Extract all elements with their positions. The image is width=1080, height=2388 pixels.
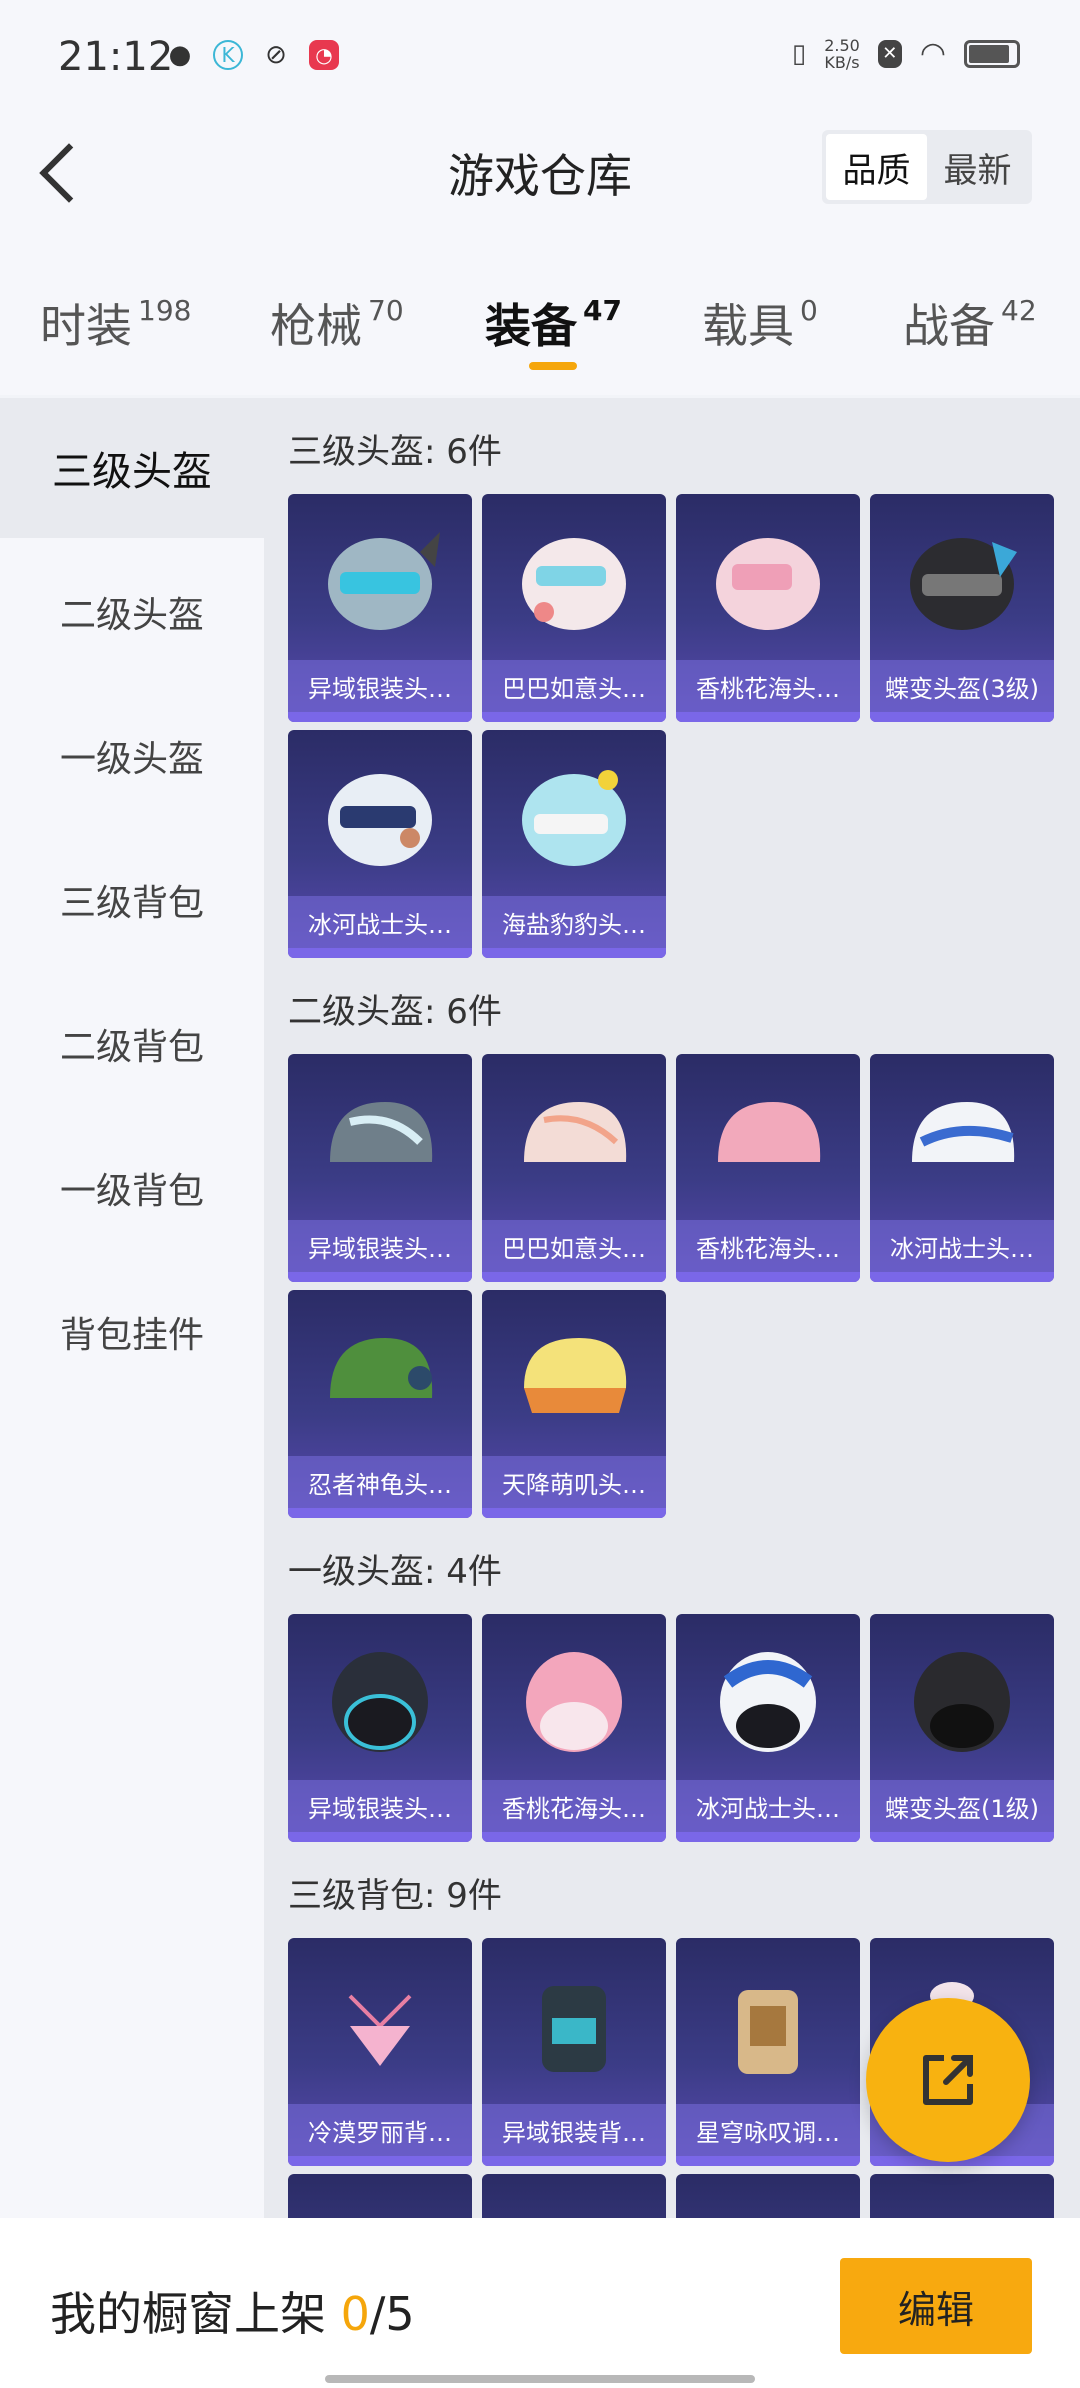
helmet-icon [716,538,820,630]
tab-supplies[interactable]: 战备 42 [903,290,1037,356]
leaf-app-icon: ⊘ [265,40,287,70]
item-card[interactable]: 海盐豹豹头… [482,730,666,958]
sort-toggle: 品质 最新 [822,130,1032,204]
tab-fashion[interactable]: 时装 198 [40,290,191,356]
status-time: 21:12 [58,34,174,80]
helmet-icon [330,1338,433,1398]
item-card[interactable]: 冷漠罗丽背… [288,1938,472,2166]
sort-newest-button[interactable]: 最新 [927,134,1028,200]
net-speed: 2.50 KB/s [824,35,860,72]
helmet-icon [332,1652,428,1752]
item-grid-area: 三级头盔: 6件 异域银装头… 巴巴如意头… 香桃花海头… 蝶变头盔(3级) 冰… [264,398,1080,2218]
sort-quality-button[interactable]: 品质 [826,134,927,200]
battery-icon [964,39,1020,68]
item-card[interactable]: 香桃花海头… [676,1054,860,1282]
tab-guns[interactable]: 枪械 70 [270,290,404,356]
header: 游戏仓库 品质 最新 [0,110,1080,230]
helmet-icon [522,538,626,630]
section-title-level3-backpack: 三级背包: 9件 [288,1876,502,1916]
item-card[interactable]: 冰河战士头… [676,1614,860,1842]
showcase-bar: 我的橱窗上架 0/5 编辑 [0,2218,1080,2388]
sidebar-item-level2-helmet[interactable]: 二级头盔 [0,542,264,682]
item-card[interactable]: 忍者神龟头… [288,1290,472,1518]
backpack-icon [348,1994,412,2066]
helmet-icon [914,1652,1010,1752]
wifi-icon: ◠ [919,36,946,71]
share-external-icon [923,2055,973,2105]
vibrate-icon: ▯ [791,38,807,69]
backpack-icon [542,1986,606,2072]
item-card[interactable] [482,2174,666,2218]
red-app-icon: ◔ [309,40,339,70]
tab-vehicles[interactable]: 载具 0 [702,290,818,356]
helmet-icon [910,538,1017,630]
item-card[interactable] [676,2174,860,2218]
item-card[interactable]: 异域银装头… [288,1614,472,1842]
showcase-label: 我的橱窗上架 0/5 [50,2287,415,2341]
item-card[interactable]: 巴巴如意头… [482,1054,666,1282]
item-card[interactable]: 异域银装头… [288,1054,472,1282]
helmet-icon [330,1102,433,1162]
sidebar-item-level1-helmet[interactable]: 一级头盔 [0,686,264,826]
section-title-level2-helmet: 二级头盔: 6件 [288,992,502,1032]
showcase-current-count: 0 [340,2287,370,2341]
helmet-icon [720,1652,816,1752]
sidebar-item-level1-backpack[interactable]: 一级背包 [0,1118,264,1258]
sidebar-item-backpack-charm[interactable]: 背包挂件 [0,1262,264,1402]
wechat-icon: ● [168,40,192,70]
system-indicators: ▯ 2.50 KB/s ✕ ◠ [792,36,1020,71]
item-card[interactable]: 冰河战士头… [870,1054,1054,1282]
item-card[interactable] [870,2174,1054,2218]
helmet-icon [912,1102,1015,1162]
helmet-icon [526,1652,622,1752]
sidebar-item-level3-backpack[interactable]: 三级背包 [0,830,264,970]
item-card[interactable]: 星穹咏叹调… [676,1938,860,2166]
sidebar: 三级头盔 二级头盔 一级头盔 三级背包 二级背包 一级背包 背包挂件 [0,398,264,2218]
helmet-icon [328,774,432,866]
item-card[interactable]: 巴巴如意头… [482,494,666,722]
game-warehouse-screen: 21:12 ● K ⊘ ◔ ▯ 2.50 KB/s ✕ ◠ 游戏仓库 品质 最新 [0,0,1080,2388]
backpack-icon [738,1990,798,2074]
notification-icons: ● K ⊘ ◔ [165,40,339,70]
sidebar-item-level2-backpack[interactable]: 二级背包 [0,974,264,1114]
status-bar: 21:12 ● K ⊘ ◔ ▯ 2.50 KB/s ✕ ◠ [0,0,1080,110]
helmet-icon [522,770,626,866]
section-title-level3-helmet: 三级头盔: 6件 [288,432,502,472]
item-card[interactable]: 香桃花海头… [676,494,860,722]
share-fab-button[interactable] [866,1998,1030,2162]
helmet-icon [524,1102,627,1162]
home-indicator[interactable] [325,2375,755,2383]
sidebar-item-level3-helmet[interactable]: 三级头盔 [0,398,264,538]
item-card[interactable]: 异域银装头… [288,494,472,722]
item-card[interactable]: 异域银装背… [482,1938,666,2166]
sim-off-icon: ✕ [877,39,902,68]
item-card[interactable] [288,2174,472,2218]
tab-equipment[interactable]: 装备 47 [485,290,622,356]
edit-button[interactable]: 编辑 [840,2258,1032,2354]
helmet-icon [718,1102,821,1162]
helmet-icon [524,1338,627,1413]
item-card[interactable]: 蝶变头盔(3级) [870,494,1054,722]
category-tabs: 时装 198 枪械 70 装备 47 载具 0 战备 42 [0,230,1080,395]
item-card[interactable]: 天降萌叽头… [482,1290,666,1518]
section-title-level1-helmet: 一级头盔: 4件 [288,1552,502,1592]
active-tab-indicator [529,362,577,370]
item-card[interactable]: 香桃花海头… [482,1614,666,1842]
item-card[interactable]: 冰河战士头… [288,730,472,958]
showcase-total-count: 5 [385,2287,415,2341]
item-card[interactable]: 蝶变头盔(1级) [870,1614,1054,1842]
k-app-icon: K [213,40,243,70]
helmet-icon [328,532,440,630]
